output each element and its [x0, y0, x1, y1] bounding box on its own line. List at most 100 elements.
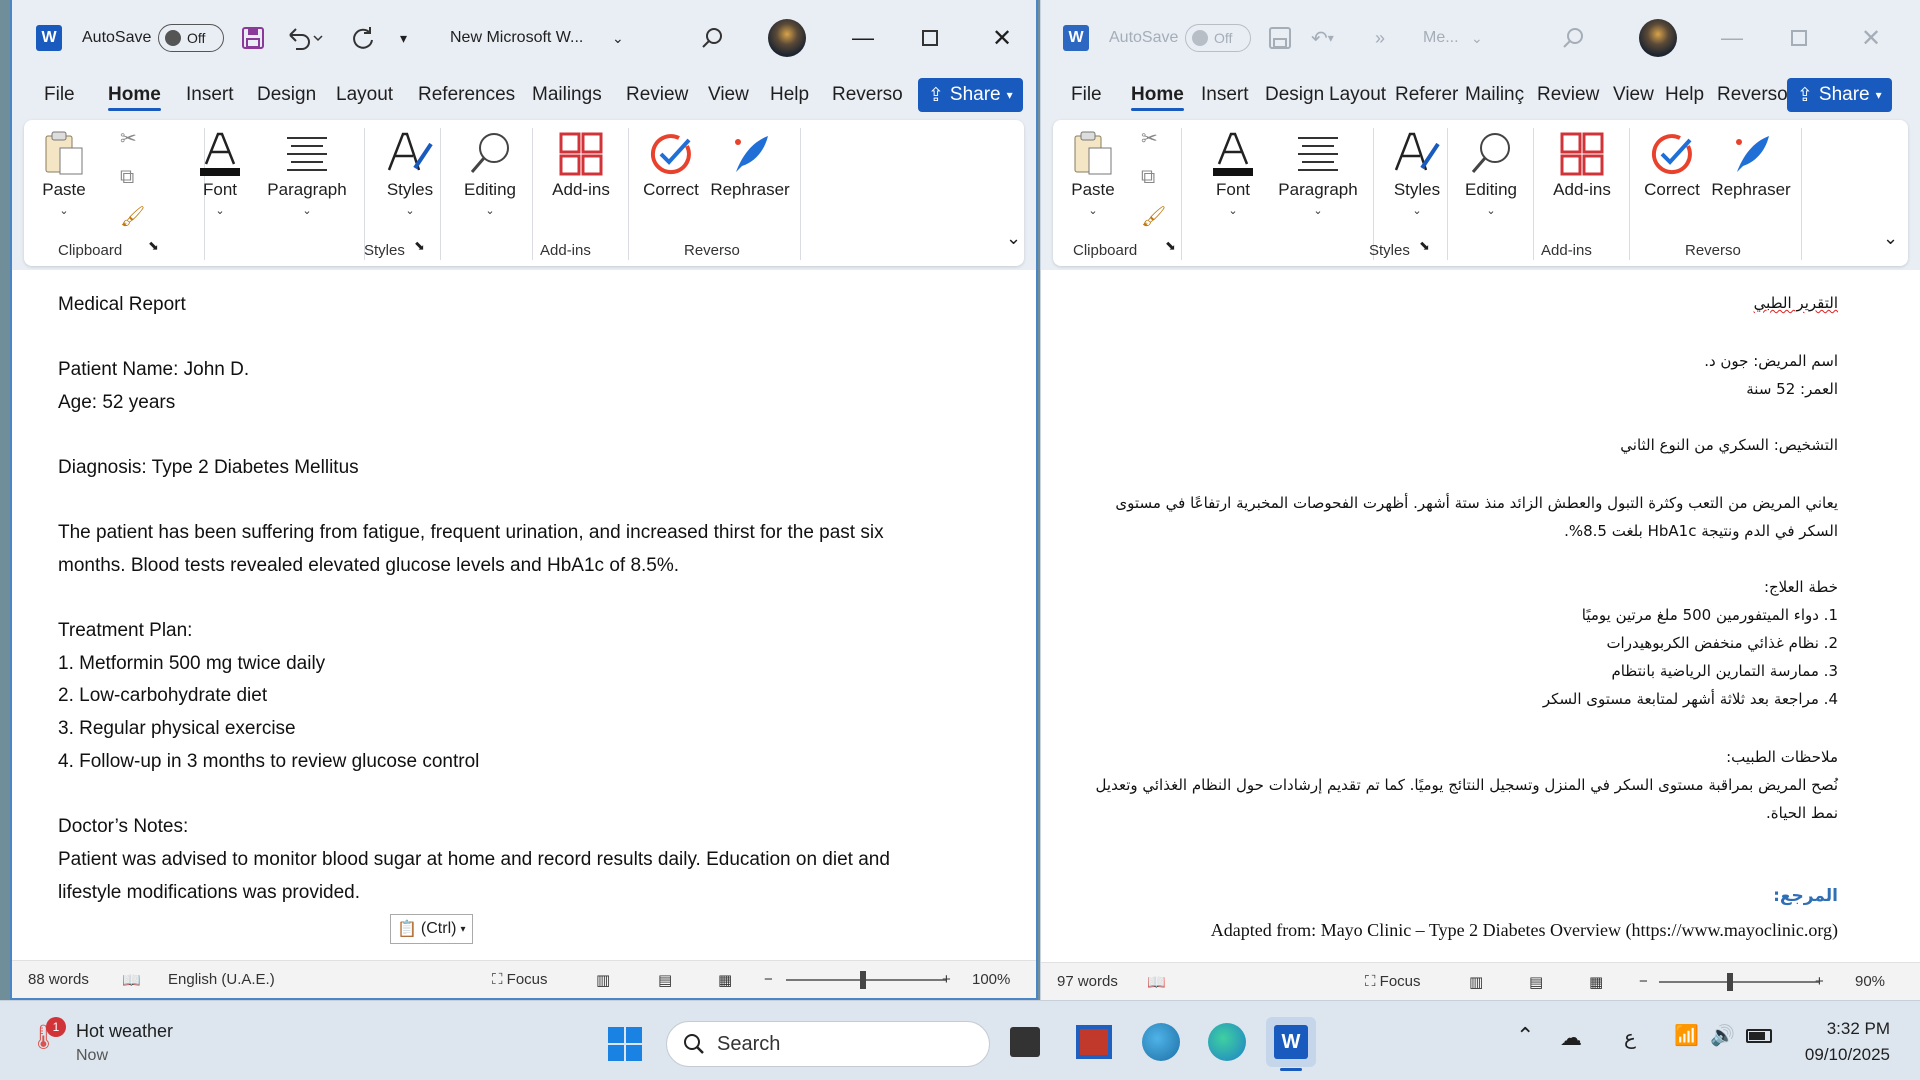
battery-icon[interactable]	[1746, 1029, 1772, 1043]
show-hidden-icons-chevron[interactable]: ⌃	[1516, 1023, 1534, 1049]
copy-icon[interactable]: ⧉	[1141, 166, 1155, 189]
start-button[interactable]	[608, 1027, 642, 1064]
clipboard-launcher-icon[interactable]: ⬊	[148, 238, 159, 254]
zoom-level[interactable]: 100%	[972, 971, 1010, 988]
tab-file[interactable]: File	[44, 84, 75, 106]
addins-button[interactable]: Add-ins	[1537, 128, 1627, 200]
tab-view[interactable]: View	[1613, 84, 1654, 106]
print-layout-icon[interactable]: ▤	[658, 971, 672, 989]
autosave-toggle[interactable]: Off	[158, 0, 224, 76]
title-chevron-down-icon[interactable]: ⌄	[1471, 0, 1483, 76]
tab-layout[interactable]: Layout	[336, 84, 393, 106]
focus-button[interactable]: ⛶ Focus	[1365, 973, 1421, 990]
zoom-slider[interactable]	[786, 971, 946, 989]
tab-mailings[interactable]: Mailings	[532, 84, 602, 106]
zoom-level[interactable]: 90%	[1855, 973, 1885, 990]
cut-icon[interactable]: ✂	[120, 126, 137, 151]
clock-time[interactable]: 3:32 PM	[1786, 1019, 1890, 1039]
document-title[interactable]: New Microsoft W...	[450, 0, 583, 76]
document-title[interactable]: Me...	[1423, 0, 1459, 76]
collapse-ribbon-icon[interactable]: ⌄	[1006, 228, 1021, 249]
search-icon[interactable]	[700, 0, 724, 76]
addins-button[interactable]: Add-ins	[536, 128, 626, 200]
document-page[interactable]: التقرير الطبي اسم المريض: جون د. العمر: …	[1041, 270, 1920, 962]
tab-review[interactable]: Review	[626, 84, 688, 106]
zoom-out-icon[interactable]: −	[764, 971, 773, 988]
tab-design[interactable]: Design	[257, 84, 316, 106]
paragraph-button[interactable]: Paragraph ⌄	[252, 128, 362, 217]
cut-icon[interactable]: ✂	[1141, 126, 1158, 151]
share-button[interactable]: ⇪ Share ▾	[1787, 78, 1892, 112]
wifi-icon[interactable]: 📶	[1674, 1023, 1699, 1048]
paste-options-button[interactable]: 📋 (Ctrl) ▾	[390, 914, 473, 944]
zoom-slider[interactable]	[1659, 973, 1819, 991]
tab-review[interactable]: Review	[1537, 84, 1599, 106]
language-indicator[interactable]: English (U.A.E.)	[168, 971, 275, 988]
format-painter-icon[interactable]: 🖌	[120, 204, 145, 229]
clock-date[interactable]: 09/10/2025	[1786, 1045, 1890, 1065]
tab-insert[interactable]: Insert	[1201, 84, 1249, 106]
avatar[interactable]	[768, 0, 806, 76]
styles-button[interactable]: Styles ⌄	[1377, 128, 1457, 217]
proofing-book-icon[interactable]: 📖	[1147, 973, 1166, 991]
word-count[interactable]: 88 words	[28, 971, 89, 988]
read-mode-icon[interactable]: ▥	[1469, 973, 1483, 991]
share-button[interactable]: ⇪ Share ▾	[918, 78, 1023, 112]
rephraser-button[interactable]: Rephraser	[708, 128, 792, 200]
paste-button[interactable]: Paste ⌄	[42, 128, 86, 217]
tab-design[interactable]: Design	[1265, 84, 1324, 106]
tab-file[interactable]: File	[1071, 84, 1102, 106]
taskbar-search-box[interactable]: Search	[666, 1021, 990, 1067]
zoom-in-icon[interactable]: +	[1815, 973, 1824, 990]
title-chevron-down-icon[interactable]: ⌄	[612, 0, 624, 76]
save-icon[interactable]	[1267, 0, 1293, 76]
web-layout-icon[interactable]: ▦	[1589, 973, 1603, 991]
customize-qat-icon[interactable]: ▾	[400, 0, 407, 76]
microsoft-store-icon[interactable]	[1076, 1025, 1112, 1059]
onedrive-offline-icon[interactable]: ☁	[1560, 1025, 1582, 1051]
minimize-icon[interactable]: —	[852, 0, 874, 76]
tab-home[interactable]: Home	[108, 84, 161, 111]
correct-button[interactable]: Correct	[630, 128, 712, 200]
edge-beta-icon[interactable]	[1142, 1023, 1180, 1061]
paste-button[interactable]: Paste ⌄	[1071, 128, 1115, 217]
word-count[interactable]: 97 words	[1057, 973, 1118, 990]
format-painter-icon[interactable]: 🖌	[1141, 204, 1166, 229]
web-layout-icon[interactable]: ▦	[718, 971, 732, 989]
zoom-in-icon[interactable]: +	[942, 971, 951, 988]
rephraser-button[interactable]: Rephraser	[1709, 128, 1793, 200]
tab-references[interactable]: Referer	[1395, 84, 1458, 106]
copy-icon[interactable]: ⧉	[120, 166, 134, 189]
maximize-icon[interactable]	[1791, 0, 1807, 76]
read-mode-icon[interactable]: ▥	[596, 971, 610, 989]
edge-icon[interactable]	[1208, 1023, 1246, 1061]
editing-button[interactable]: Editing ⌄	[1451, 128, 1531, 217]
styles-launcher-icon[interactable]: ⬊	[414, 238, 425, 254]
maximize-icon[interactable]	[922, 0, 938, 76]
correct-button[interactable]: Correct	[1631, 128, 1713, 200]
print-layout-icon[interactable]: ▤	[1529, 973, 1543, 991]
redo-icon[interactable]	[350, 0, 376, 76]
tab-references[interactable]: References	[418, 84, 515, 106]
input-language-indicator[interactable]: ع	[1624, 1025, 1636, 1050]
proofing-book-icon[interactable]: 📖	[122, 971, 141, 989]
close-icon[interactable]: ✕	[1861, 0, 1881, 76]
tab-reverso[interactable]: Reverso	[832, 84, 903, 106]
word-app-icon[interactable]: W	[36, 0, 62, 76]
paragraph-button[interactable]: Paragraph ⌄	[1263, 128, 1373, 217]
undo-icon[interactable]: ↶ ▾	[1311, 0, 1334, 76]
task-view-icon[interactable]	[1010, 1027, 1040, 1057]
tab-help[interactable]: Help	[1665, 84, 1704, 106]
zoom-out-icon[interactable]: −	[1639, 973, 1648, 990]
clipboard-launcher-icon[interactable]: ⬊	[1165, 238, 1176, 254]
undo-icon[interactable]	[284, 0, 324, 76]
search-icon[interactable]	[1561, 0, 1585, 76]
word-app-icon[interactable]: W	[1063, 0, 1089, 76]
tab-help[interactable]: Help	[770, 84, 809, 106]
editing-button[interactable]: Editing ⌄	[450, 128, 530, 217]
avatar[interactable]	[1639, 0, 1677, 76]
autosave-toggle[interactable]: Off	[1185, 0, 1251, 76]
styles-launcher-icon[interactable]: ⬊	[1419, 238, 1430, 254]
word-taskbar-button[interactable]: W	[1266, 1017, 1316, 1071]
more-commands-icon[interactable]: »	[1375, 0, 1385, 76]
